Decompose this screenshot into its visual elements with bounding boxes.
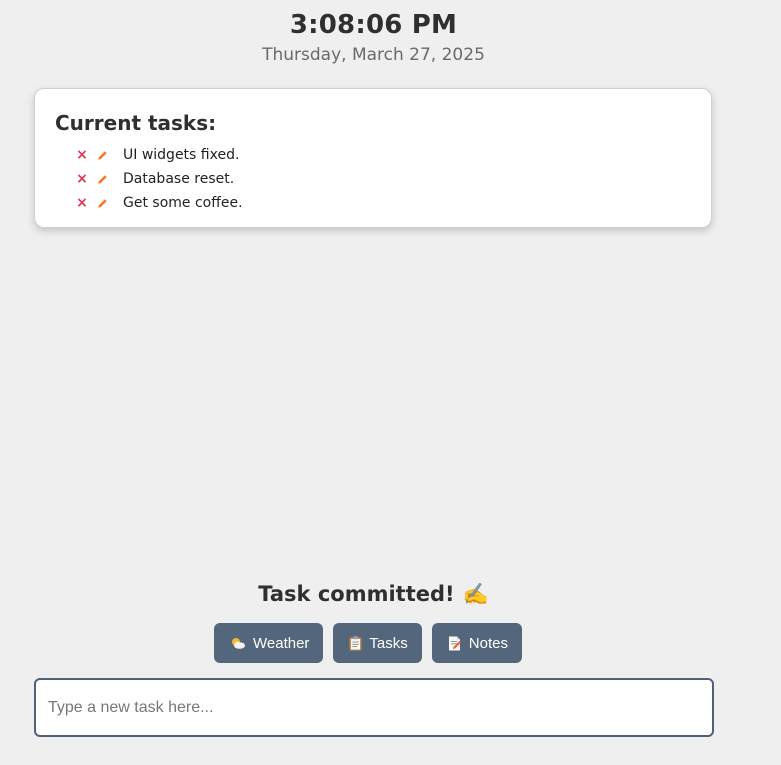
task-list: × UI widgets fixed. × Database reset. × … [75,143,243,215]
task-item: × UI widgets fixed. [75,143,243,167]
edit-task-icon[interactable] [95,150,109,161]
sun-cloud-icon [230,636,246,650]
task-text: UI widgets fixed. [123,147,240,163]
tasks-label: Tasks [369,634,408,652]
task-item: × Database reset. [75,167,243,191]
task-text: Get some coffee. [123,195,243,211]
weather-button[interactable]: Weather [214,623,324,663]
clock-date: Thursday, March 27, 2025 [262,45,485,65]
tasks-title: Current tasks: [55,111,217,135]
weather-label: Weather [253,634,310,652]
notes-label: Notes [468,634,508,652]
writing-hand-icon: ✍️ [462,582,489,606]
clock-time: 3:08:06 PM [289,10,458,40]
nav-buttons: Weather Tasks Notes [214,623,522,663]
tasks-button[interactable]: Tasks [333,623,422,663]
delete-task-icon[interactable]: × [75,147,89,163]
status-message: Task committed! ✍️ [0,582,747,607]
clipboard-icon [349,635,362,651]
edit-task-icon[interactable] [95,198,109,209]
status-text: Task committed! [258,582,455,606]
task-text: Database reset. [123,171,235,187]
edit-task-icon[interactable] [95,174,109,185]
delete-task-icon[interactable]: × [75,195,89,211]
memo-icon [448,636,462,651]
tasks-card: Current tasks: × UI widgets fixed. × Dat… [34,88,712,228]
task-item: × Get some coffee. [75,191,243,215]
notes-button[interactable]: Notes [431,623,522,663]
new-task-input[interactable] [34,678,714,737]
delete-task-icon[interactable]: × [75,171,89,187]
